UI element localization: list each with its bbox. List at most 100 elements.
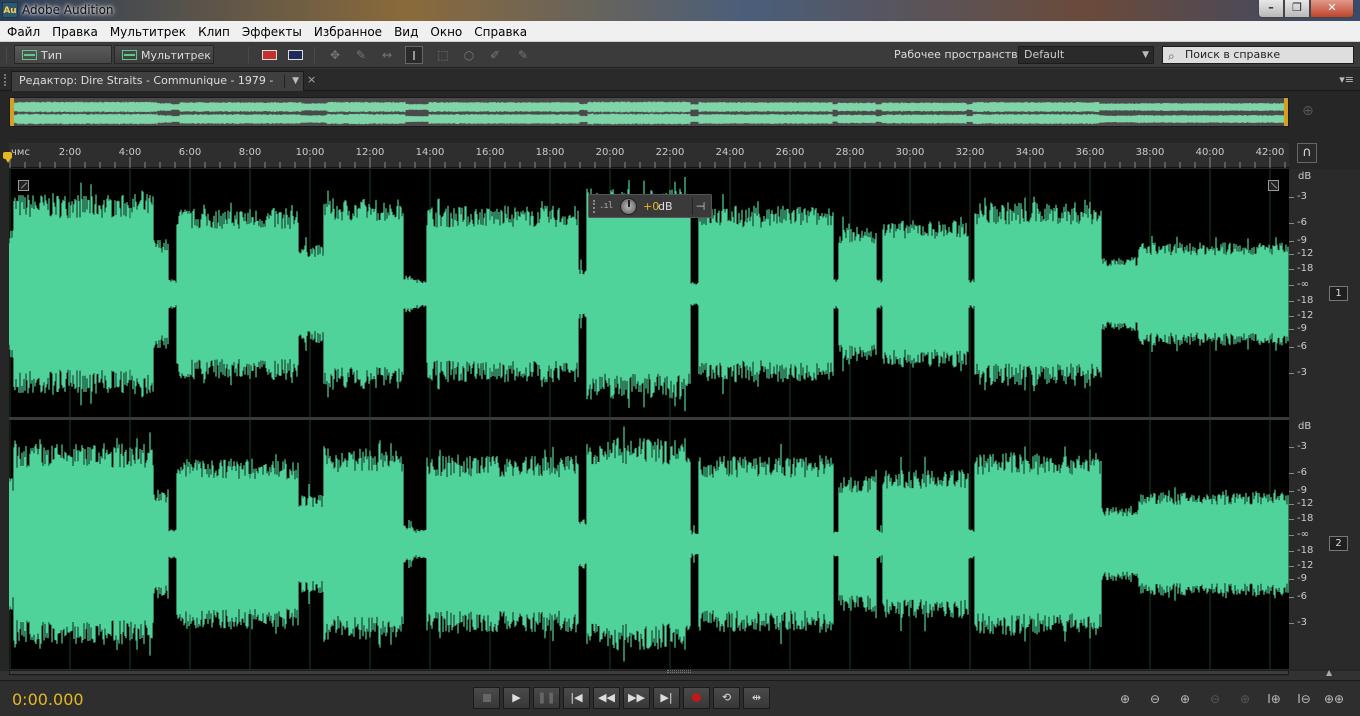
db-scale-tick: [1289, 473, 1294, 474]
minimize-button[interactable]: –: [1258, 0, 1284, 18]
horizontal-scrollbar[interactable]: [9, 669, 1289, 676]
db-scale-label: -6: [1297, 341, 1307, 352]
ruler-unit-label: чмс: [11, 147, 30, 158]
db-scale-tick: [1289, 519, 1294, 520]
editor-tab-bar: Редактор: Dire Straits - Communique - 19…: [0, 69, 1360, 105]
menu-favorites[interactable]: Избранное: [308, 22, 388, 43]
panel-grip[interactable]: [4, 74, 7, 86]
menu-file[interactable]: Файл: [0, 22, 46, 43]
fade-in-handle[interactable]: [18, 180, 29, 191]
editor-tab[interactable]: Редактор: Dire Straits - Communique - 19…: [11, 71, 304, 105]
waveform-view-icon: [22, 50, 37, 60]
menu-view[interactable]: Вид: [388, 22, 424, 43]
help-search-input[interactable]: ⌕ Поиск в справке: [1162, 46, 1354, 64]
spectral-frequency-icon[interactable]: [260, 46, 278, 64]
restore-button[interactable]: ❐: [1284, 0, 1310, 18]
pin-icon[interactable]: ⊣: [692, 198, 708, 215]
pause-button[interactable]: ❚❚: [533, 687, 560, 709]
hud-grip[interactable]: [593, 200, 596, 213]
ruler-tick-label: 32:00: [956, 147, 985, 158]
menu-multitrack[interactable]: Мультитрек: [104, 22, 192, 43]
fast-forward-button[interactable]: ▶▶: [623, 687, 650, 709]
marquee-tool-icon[interactable]: ⬚: [434, 46, 452, 64]
spot-healing-tool-icon[interactable]: ✎: [514, 46, 532, 64]
multitrack-view-button[interactable]: Мультитрек: [114, 45, 214, 64]
db-scale-tick: [1289, 241, 1294, 242]
spectral-pitch-icon[interactable]: [286, 46, 304, 64]
skip-selection-button[interactable]: ⇹: [743, 687, 770, 709]
channel-1-badge[interactable]: 1: [1329, 286, 1348, 301]
go-to-end-button[interactable]: ▶|: [653, 687, 680, 709]
headphones-icon[interactable]: ∩: [1297, 143, 1317, 163]
record-button[interactable]: [683, 687, 710, 709]
zoom-in-point-icon[interactable]: I⊕: [1264, 690, 1284, 708]
db-scale-label: -12: [1297, 560, 1314, 571]
menu-window[interactable]: Окно: [424, 22, 468, 43]
menu-clip[interactable]: Клип: [192, 22, 236, 43]
time-selection-tool-icon[interactable]: I: [405, 46, 423, 64]
go-to-start-button[interactable]: |◀: [563, 687, 590, 709]
panel-menu-icon[interactable]: ▾≡: [1339, 73, 1354, 86]
move-tool-icon[interactable]: ✥: [326, 46, 344, 64]
db-scale-label: -3: [1297, 191, 1307, 202]
waveform-view-button[interactable]: Тип сигнала: [14, 45, 112, 81]
zoom-in-time-icon[interactable]: ⊕: [1175, 690, 1195, 708]
menu-effects[interactable]: Эффекты: [236, 22, 308, 43]
volume-hud: .ıl +0 dB ⊣: [588, 194, 712, 218]
ruler-tick-label: 20:00: [596, 147, 625, 158]
playhead-marker[interactable]: [3, 152, 13, 164]
play-button[interactable]: ▶: [503, 687, 530, 709]
volume-knob[interactable]: [620, 198, 637, 215]
overview-right-handle[interactable]: [1284, 98, 1288, 126]
fade-out-handle[interactable]: [1268, 180, 1279, 191]
db-scale-label: -6: [1297, 591, 1307, 602]
zoom-selection-icon[interactable]: ⊕: [1235, 690, 1255, 708]
menu-bar: Файл Правка Мультитрек Клип Эффекты Избранное…: [0, 21, 1360, 42]
stop-button[interactable]: [473, 687, 500, 709]
workspace-select[interactable]: Default ▼: [1018, 46, 1154, 64]
lasso-tool-icon[interactable]: ○: [460, 46, 478, 64]
current-time-display: 0:00.000: [12, 690, 84, 709]
overview-waveform: [13, 101, 1285, 125]
rewind-button[interactable]: ◀◀: [593, 687, 620, 709]
menu-help[interactable]: Справка: [468, 22, 533, 43]
timeline-ruler[interactable]: чмс 2:00 4:00 6:00 8:00 10:00 12:00 14:00 16:00 1…: [9, 143, 1289, 168]
record-icon: [692, 693, 701, 702]
overview-navigator[interactable]: [9, 97, 1289, 127]
close-tab-icon[interactable]: ×: [307, 73, 316, 86]
db-scale-label: -∞: [1297, 279, 1309, 290]
zoom-full-icon[interactable]: ⊕: [1302, 103, 1314, 119]
brush-tool-icon[interactable]: ✐: [486, 46, 504, 64]
slip-tool-icon[interactable]: ↔: [378, 46, 396, 64]
toolbar-separator: [248, 47, 249, 63]
scroll-up-icon[interactable]: ▲: [1326, 668, 1332, 677]
overview-left-handle[interactable]: [10, 98, 14, 126]
db-scale-tick: [1289, 579, 1294, 580]
waveform-display[interactable]: [9, 169, 1289, 669]
channel-2-badge[interactable]: 2: [1329, 536, 1348, 551]
menu-edit[interactable]: Правка: [46, 22, 104, 43]
razor-tool-icon[interactable]: ✎: [352, 46, 370, 64]
loop-playback-button[interactable]: ⟲: [713, 687, 740, 709]
tab-divider: [284, 75, 285, 88]
chevron-down-icon: ▼: [1142, 50, 1149, 60]
zoom-in-amplitude-icon[interactable]: ⊕: [1115, 690, 1135, 708]
chevron-down-icon[interactable]: ▼: [292, 72, 299, 90]
db-scale-tick: [1289, 223, 1294, 224]
close-window-button[interactable]: ✕: [1310, 0, 1354, 18]
db-scale-label: -6: [1297, 217, 1307, 228]
db-scale-label: -18: [1297, 545, 1314, 556]
title-bar: Au Adobe Audition – ❐ ✕: [0, 0, 1360, 21]
db-scale-label: -12: [1297, 310, 1314, 321]
db-scale-label: -9: [1297, 573, 1307, 584]
scrollbar-thumb[interactable]: [9, 670, 1289, 675]
db-scale-tick: [1289, 551, 1294, 552]
ruler-tick-label: 8:00: [239, 147, 261, 158]
toolbar-grip: [6, 47, 7, 63]
zoom-in-both-icon[interactable]: ⊕⊕: [1324, 690, 1344, 708]
zoom-out-amplitude-icon[interactable]: ⊖: [1145, 690, 1165, 708]
db-unit-label: dB: [1298, 421, 1312, 432]
zoom-out-point-icon[interactable]: I⊖: [1294, 690, 1314, 708]
transport-bar: 0:00.000 ▶ ❚❚ |◀ ◀◀ ▶▶ ▶| ⟲ ⇹ ⊕ ⊖ ⊕ ⊖ ⊕ …: [0, 680, 1360, 716]
zoom-out-time-icon[interactable]: ⊖: [1205, 690, 1225, 708]
